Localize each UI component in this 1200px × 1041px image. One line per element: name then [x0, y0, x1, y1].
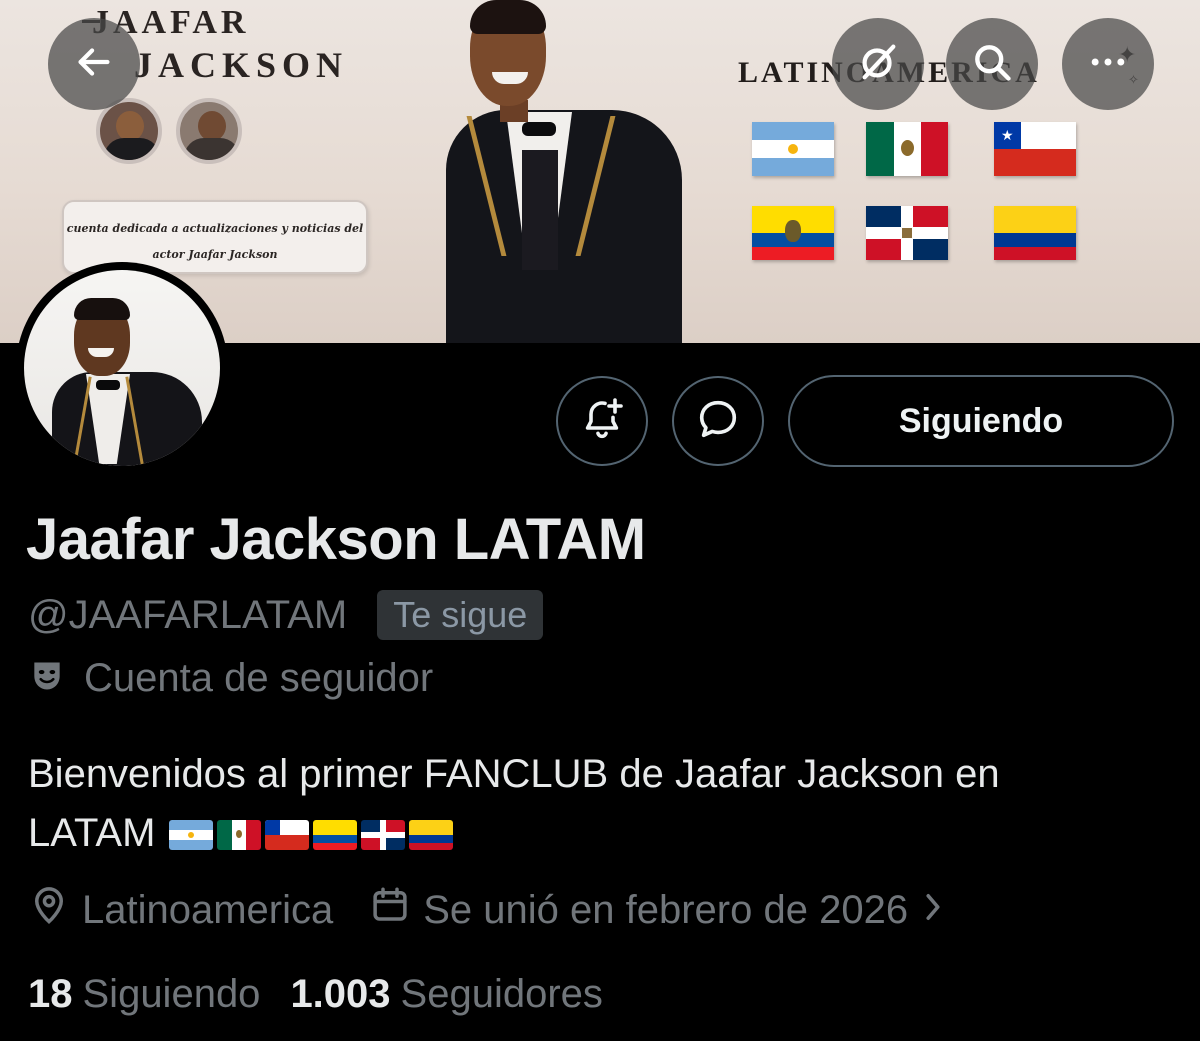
ecuador-flag-emoji — [313, 820, 358, 851]
notifications-button[interactable] — [556, 376, 648, 466]
message-button[interactable] — [672, 376, 764, 466]
profile-meta: Latinoamerica Se unió en febrero de 2026 — [28, 884, 944, 936]
joined-text: Se unió en febrero de 2026 — [423, 887, 909, 932]
chile-flag: ★ — [994, 122, 1076, 176]
grok-button[interactable] — [832, 18, 924, 110]
chile-flag-emoji — [265, 820, 310, 851]
location-text: Latinoamerica — [82, 887, 334, 932]
banner-title-line2: JACKSON — [134, 45, 349, 85]
arrow-left-icon — [71, 39, 117, 90]
more-button[interactable] — [1062, 18, 1154, 110]
ecuador-flag — [752, 206, 834, 260]
following-stat[interactable]: 18 Siguiendo — [28, 972, 260, 1017]
message-bubble-icon — [695, 396, 741, 447]
argentina-flag-emoji — [169, 820, 214, 851]
dominican-republic-flag — [866, 206, 948, 260]
dominican-republic-flag-emoji — [361, 820, 406, 851]
theater-mask-icon — [28, 657, 66, 700]
calendar-icon — [369, 884, 411, 936]
follows-you-badge: Te sigue — [377, 590, 544, 640]
banner-person-image — [440, 0, 700, 343]
avatar-photo — [24, 270, 220, 466]
handle-row: @JAAFARLATAM Te sigue — [28, 590, 544, 640]
banner-photo-2 — [176, 98, 242, 164]
location-pin-icon — [28, 884, 70, 936]
followers-stat[interactable]: 1.003 Seguidores — [290, 972, 602, 1017]
user-handle: @JAAFARLATAM — [28, 592, 348, 637]
following-count: 18 — [28, 972, 73, 1016]
bio-line1: Bienvenidos al primer FANCLUB de Jaafar … — [28, 752, 1000, 796]
bio-flag-emojis — [169, 820, 454, 851]
following-button[interactable]: Siguiendo — [788, 375, 1174, 467]
account-type-label: Cuenta de seguidor — [84, 656, 434, 700]
following-label: Siguiendo — [82, 972, 261, 1016]
display-name: Jaafar Jackson LATAM — [26, 507, 646, 572]
bio-line2: LATAM — [28, 811, 156, 855]
account-type-row[interactable]: Cuenta de seguidor — [28, 656, 433, 701]
profile-bio: Bienvenidos al primer FANCLUB de Jaafar … — [28, 745, 1178, 863]
colombia-flag-emoji — [409, 820, 454, 851]
colombia-flag — [994, 206, 1076, 260]
chevron-right-icon — [922, 888, 944, 933]
mexico-flag-emoji — [217, 820, 262, 851]
argentina-flag — [752, 122, 834, 176]
more-icon — [1086, 40, 1130, 89]
profile-avatar[interactable] — [16, 262, 228, 474]
grok-icon — [855, 39, 901, 90]
back-button[interactable] — [48, 18, 140, 110]
joined-item[interactable]: Se unió en febrero de 2026 — [369, 884, 944, 936]
followers-count: 1.003 — [290, 972, 391, 1016]
followers-label: Seguidores — [400, 972, 603, 1016]
search-icon — [970, 40, 1014, 89]
search-button[interactable] — [946, 18, 1038, 110]
mexico-flag — [866, 122, 948, 176]
follow-stats: 18 Siguiendo 1.003 Seguidores — [28, 972, 603, 1017]
location-item: Latinoamerica — [28, 884, 333, 936]
banner-note-line1: cuenta dedicada a actualizaciones y noti… — [66, 222, 364, 235]
bell-plus-icon — [578, 395, 626, 448]
